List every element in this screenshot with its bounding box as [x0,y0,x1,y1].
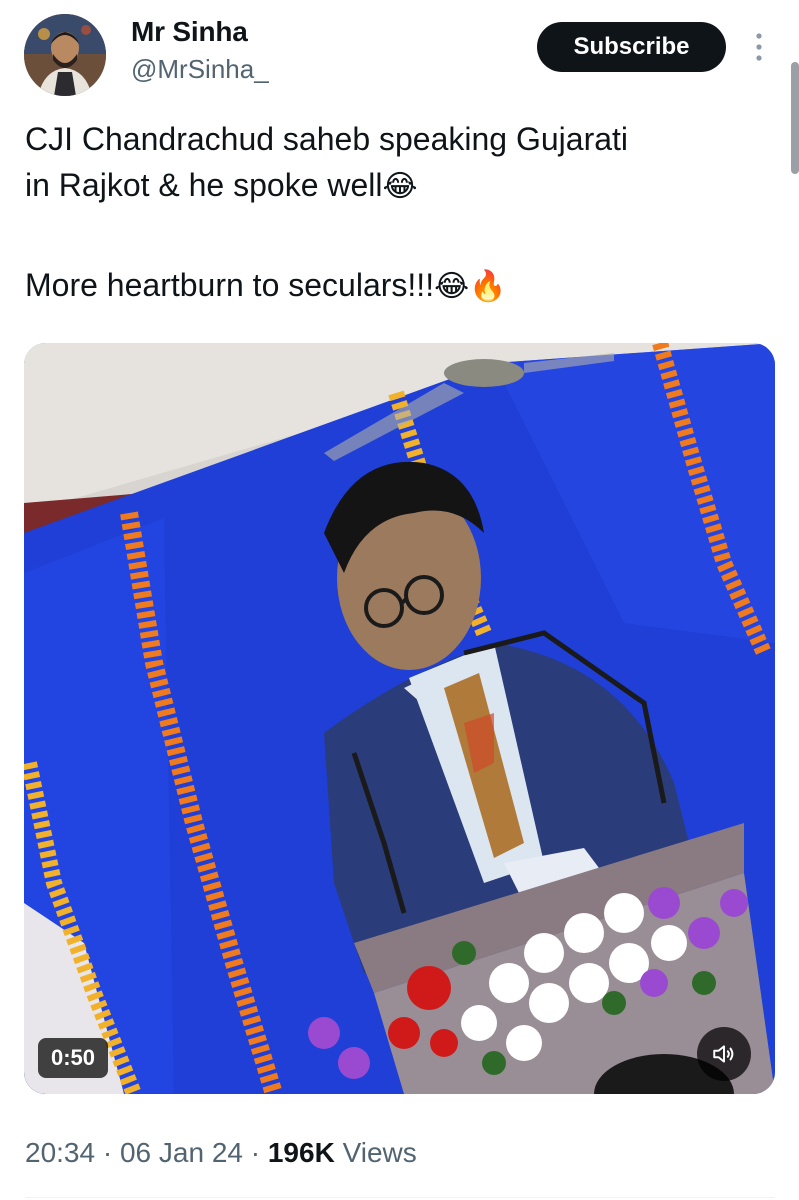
tweet-line: in Rajkot & he spoke well😂 [25,167,418,204]
subscribe-button[interactable]: Subscribe [537,22,726,72]
tweet-text: CJI Chandrachud saheb speaking Gujarati … [25,116,775,310]
video-frame [24,343,775,1094]
author-handle[interactable]: @MrSinha_ [131,54,269,85]
video-duration-badge: 0:50 [38,1038,108,1078]
scrollbar[interactable] [791,62,799,174]
separator: · [242,1137,268,1168]
tweet-date[interactable]: 06 Jan 24 [120,1137,243,1168]
views-label: Views [334,1137,417,1168]
profile-photo-icon [24,14,106,96]
laughing-emoji-icon: 😂 [382,169,418,204]
views-count[interactable]: 196K [268,1137,335,1168]
laughing-emoji-icon: 😂 [434,269,470,304]
author-display-name[interactable]: Mr Sinha [131,16,248,48]
speaker-muted-icon[interactable] [697,1027,751,1081]
divider [25,1197,775,1198]
video-player[interactable] [24,343,775,1094]
tweet-line: CJI Chandrachud saheb speaking Gujarati [25,121,629,157]
fire-emoji-icon: 🔥 [469,269,507,304]
separator: · [95,1137,120,1168]
tweet-time[interactable]: 20:34 [25,1137,95,1168]
tweet-meta: 20:34 · 06 Jan 24 · 196K Views [25,1137,417,1169]
tweet-line: More heartburn to seculars!!!😂🔥 [25,267,507,304]
more-options-icon[interactable] [752,32,766,62]
avatar[interactable] [24,14,106,96]
